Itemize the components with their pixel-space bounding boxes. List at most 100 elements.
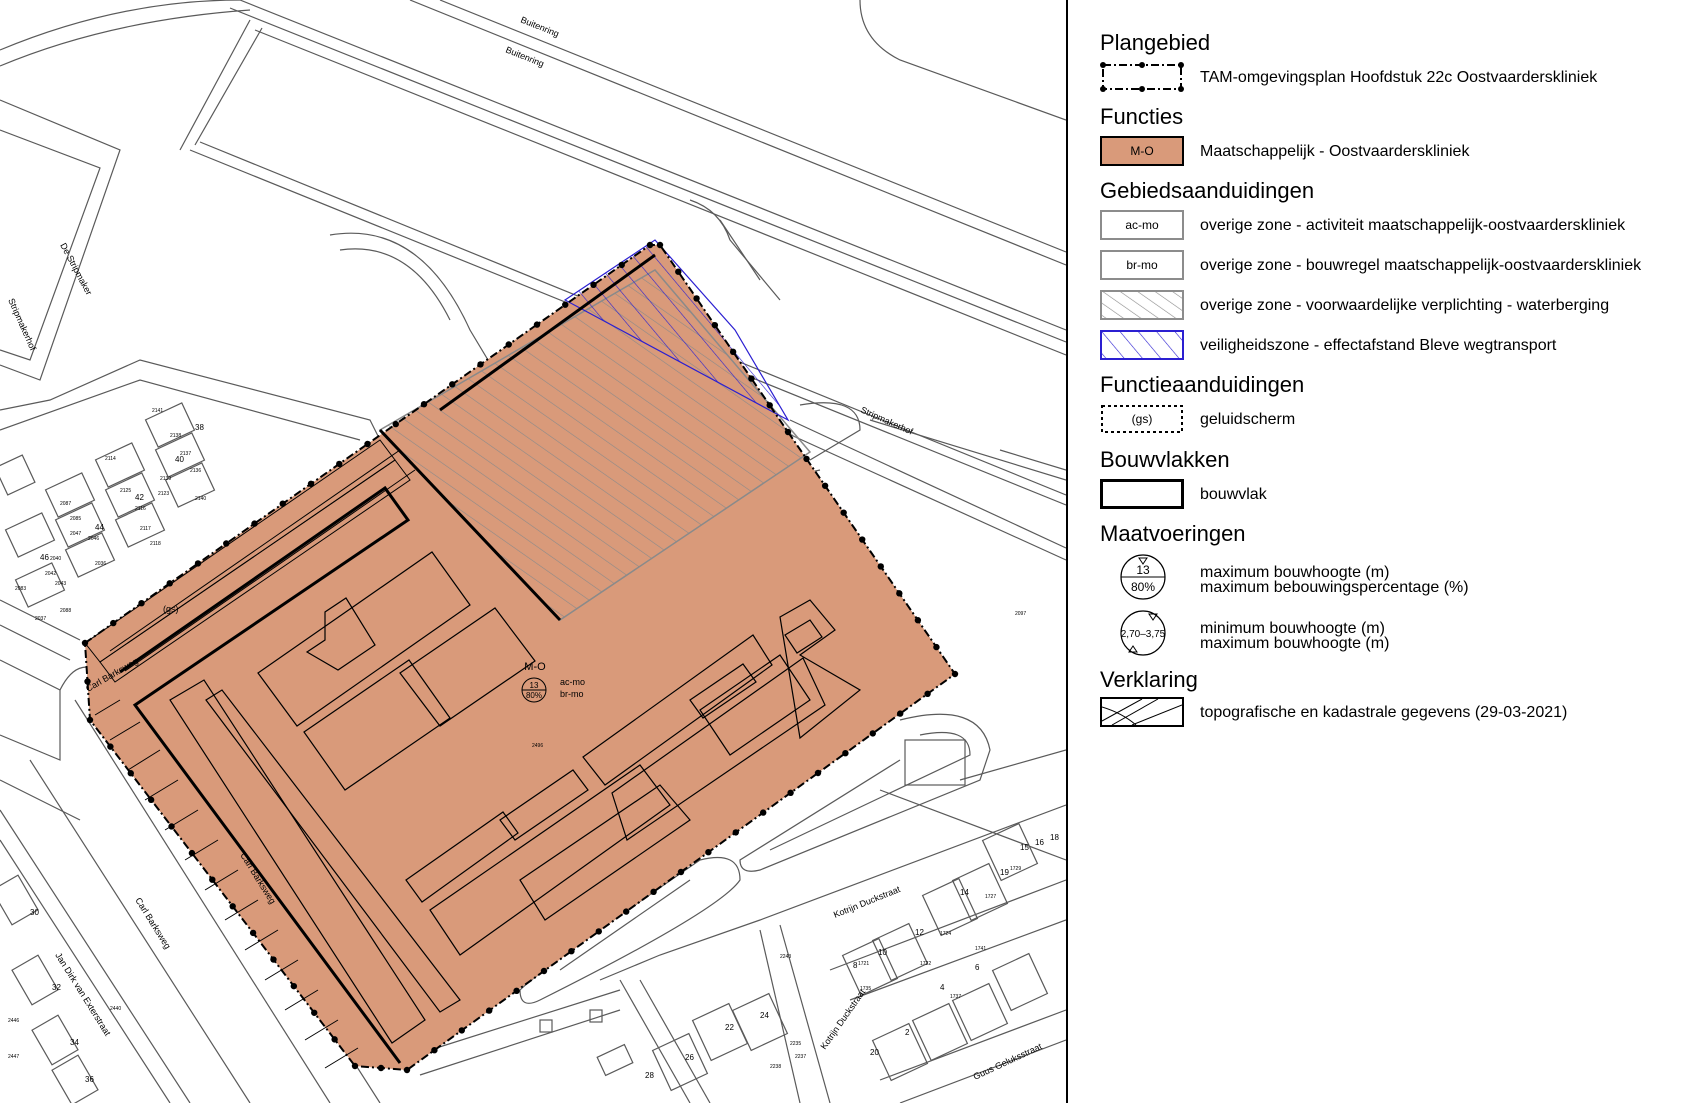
- plangebied-dot: [914, 617, 922, 624]
- plangebied-dot: [249, 929, 257, 937]
- bouwvlak-symbol: [1100, 479, 1184, 509]
- plangebied-dot: [270, 956, 277, 963]
- plangebied-dot: [784, 428, 792, 436]
- legend-section-gebiedsaanduidingen: Gebiedsaanduidingen: [1100, 178, 1315, 203]
- house-number: 36: [85, 1075, 94, 1084]
- plangebied-dot: [842, 750, 849, 757]
- plangebied-symbol: [1100, 62, 1184, 92]
- plangebied-dot: [623, 908, 630, 915]
- parcel-number: 2235: [790, 1041, 801, 1047]
- plangebied-dot: [486, 1007, 493, 1014]
- plangebied-dot: [505, 341, 512, 348]
- plangebied-dot: [677, 868, 685, 876]
- maat-top-value: 13: [1136, 563, 1150, 577]
- zone-label-ac: ac-mo: [560, 677, 585, 687]
- geluidscherm-code: (gs): [1132, 412, 1153, 426]
- plangebied-dot: [650, 888, 657, 895]
- plangebied-dot: [933, 643, 940, 651]
- house-number: 24: [760, 1011, 769, 1020]
- house-number: 10: [878, 948, 887, 957]
- road-label: Carl Barksweg: [133, 896, 172, 951]
- plangebied-dot: [351, 1062, 359, 1070]
- house-number: 42: [135, 493, 144, 502]
- plangebied-dot: [431, 1047, 438, 1054]
- plangebied-dot: [209, 876, 216, 883]
- parcel-number: 2440: [110, 1006, 121, 1012]
- plangebied-dot: [748, 375, 755, 382]
- house-number: 32: [52, 983, 61, 992]
- house-number: 14: [960, 888, 969, 897]
- plangebied-dot: [656, 241, 664, 249]
- house-number: 22: [725, 1023, 734, 1032]
- parcel-number: 1722: [920, 961, 931, 967]
- maat-range-value: 2,70–3,75: [1121, 629, 1166, 640]
- plangebied-dot: [951, 670, 959, 678]
- map-canvas[interactable]: Buitenring Buitenring Stripmakerhof Stri…: [0, 0, 1066, 1103]
- map-legend-divider: [1066, 0, 1068, 1103]
- maat1-line2: maximum bebouwingspercentage (%): [1200, 579, 1469, 596]
- parcel-number: 2097: [1015, 611, 1026, 617]
- plangebied-dot: [290, 982, 298, 990]
- plangebied-dot: [877, 563, 884, 570]
- gebied-waterberging-label: overige zone - voorwaardelijke verplicht…: [1200, 297, 1610, 314]
- plangebied-dot: [693, 295, 700, 302]
- house-number: 15: [1020, 843, 1029, 852]
- plangebied-dot: [711, 321, 719, 329]
- plangebied-dot: [403, 1066, 411, 1074]
- house-number: 34: [70, 1038, 79, 1047]
- parcel-number: 2139: [160, 476, 171, 482]
- geluidscherm-symbol: (gs): [1100, 404, 1184, 434]
- parcel-number: 2237: [795, 1054, 806, 1060]
- plangebied-dot: [377, 1064, 385, 1072]
- gebied-bleve-symbol: [1100, 330, 1184, 360]
- maat-bottom-value: 80%: [1131, 580, 1155, 594]
- legend-panel: Plangebied TAM-omgevingsplan Hoofdstuk 2…: [1100, 0, 1675, 1103]
- house-number: 4: [940, 983, 945, 992]
- plangebied-dot: [646, 241, 654, 249]
- parcel-number: 2036: [95, 561, 106, 567]
- maat2-line2: maximum bouwhoogte (m): [1200, 635, 1390, 652]
- road-label: Kotrijn Duckstraat: [818, 987, 867, 1051]
- house-number: 12: [915, 928, 924, 937]
- plangebied-dot: [86, 716, 94, 724]
- parcel-number: 2136: [190, 468, 201, 474]
- plangebied-dot: [540, 967, 548, 975]
- plangebied-dot: [168, 823, 175, 830]
- plangebied-dot: [705, 849, 712, 856]
- road-label: Buitenring: [504, 45, 545, 69]
- parcel-number: 2116: [135, 506, 146, 512]
- legend-section-functieaanduidingen: Functieaanduidingen: [1100, 372, 1305, 397]
- plangebied-dot: [138, 600, 145, 607]
- house-number: 8: [853, 961, 858, 970]
- parcel-number: 2447: [8, 1054, 19, 1060]
- legend-section-verklaring: Verklaring: [1100, 667, 1198, 692]
- road-label: Guus Geluksstraat: [972, 1041, 1044, 1082]
- plangebied-dot: [595, 928, 602, 935]
- parcel-number: 2037: [35, 616, 46, 622]
- parcel-number: 2040: [50, 556, 61, 562]
- parcel-number: 2085: [70, 516, 81, 522]
- plangebied-dot: [392, 420, 399, 428]
- parcel-number: 1737: [950, 994, 961, 1000]
- maat-min-max-height-symbol: 2,70–3,75: [1118, 608, 1168, 658]
- functie-m-o-label: Maatschappelijk - Oostvaarderskliniek: [1200, 143, 1470, 160]
- house-number: 44: [95, 523, 104, 532]
- parcel-number: 1727: [985, 894, 996, 900]
- plangebied-label: TAM-omgevingsplan Hoofdstuk 22c Oostvaar…: [1200, 69, 1598, 86]
- height-marker-top: 13: [530, 681, 539, 690]
- plangebied-dot: [533, 321, 541, 328]
- plangebied-dot: [729, 348, 737, 356]
- plangebied-dot: [307, 480, 315, 487]
- plangebied-dot: [166, 580, 173, 587]
- plangebied-dot: [897, 710, 904, 717]
- house-number: 30: [30, 908, 39, 917]
- plangebied-dot: [449, 381, 456, 388]
- plangebied-dot: [896, 590, 903, 597]
- plangebied-dot: [869, 730, 876, 737]
- parcel-number: 2047: [70, 531, 81, 537]
- map-svg[interactable]: Buitenring Buitenring Stripmakerhof Stri…: [0, 0, 1066, 1103]
- plangebied-dot: [760, 809, 767, 816]
- road-label: Jan Dirk van Exterstraat: [53, 951, 113, 1038]
- plangebied-dot: [127, 770, 134, 777]
- legend-section-maatvoeringen: Maatvoeringen: [1100, 521, 1246, 546]
